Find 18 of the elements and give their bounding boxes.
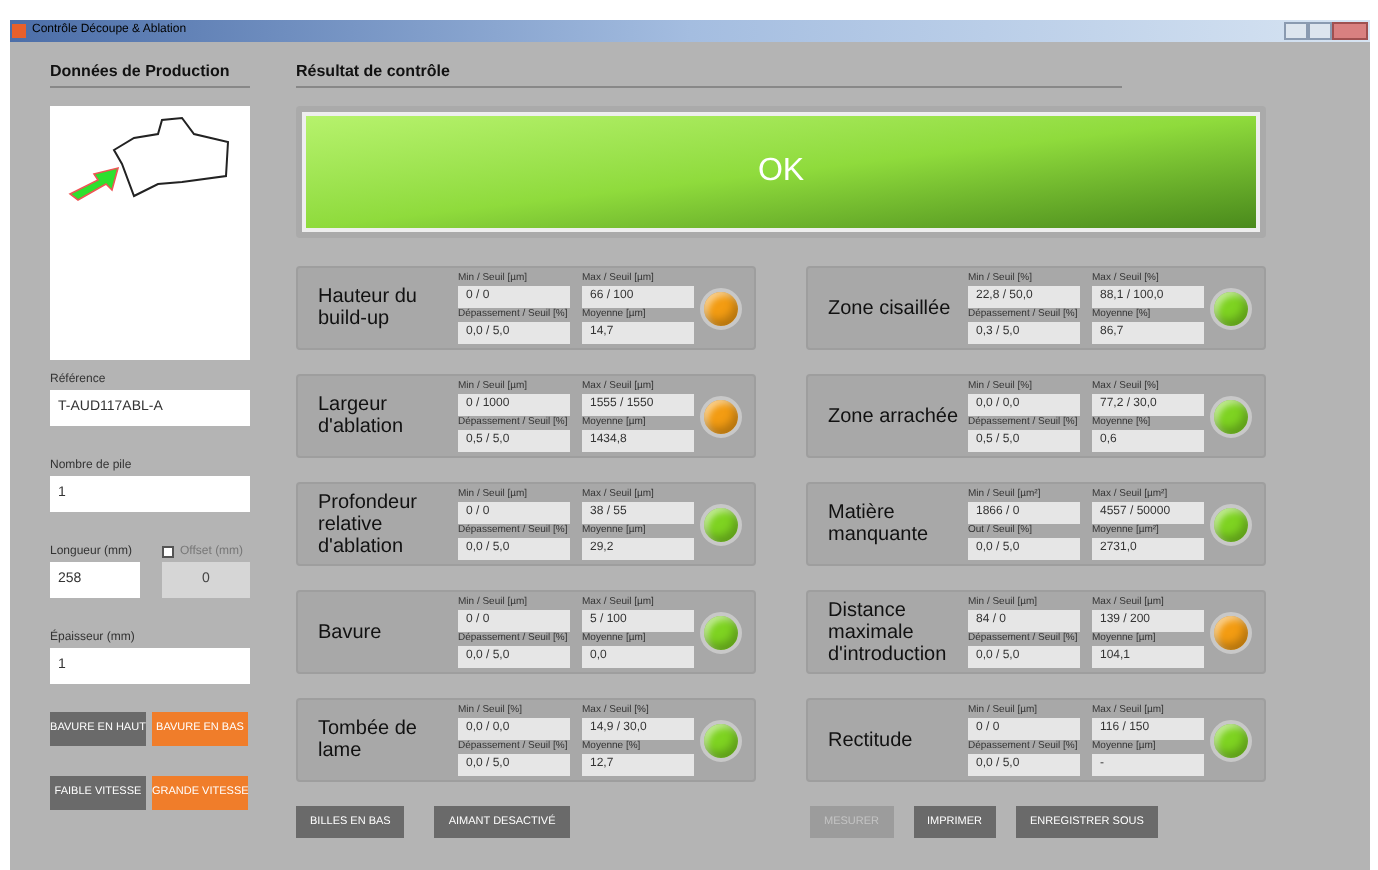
measure-title: Matière manquante	[828, 502, 931, 546]
minimize-icon[interactable]	[1284, 22, 1308, 40]
verdict-banner: OK	[302, 112, 1260, 232]
maximize-icon[interactable]	[1308, 22, 1332, 40]
measure-title: Tombée de lame	[318, 718, 419, 762]
close-icon[interactable]	[1332, 22, 1368, 40]
section-heading: Résultat de contrôle	[296, 60, 1122, 88]
measure-title: Rectitude	[828, 729, 915, 751]
measure-title: Largeur d'ablation	[318, 394, 405, 438]
measure-title: Bavure	[318, 621, 384, 643]
measure-title: Profondeur relative d'ablation	[318, 491, 419, 557]
measure-title: Distance maximale d'introduction	[828, 599, 949, 665]
measure-title: Zone arrachée	[828, 405, 961, 427]
measure-title: Hauteur du build-up	[318, 286, 419, 330]
checkbox[interactable]	[162, 546, 174, 558]
measure-title: Zone cisaillée	[828, 297, 953, 319]
app-icon	[12, 24, 26, 38]
section-heading: Données de Production	[50, 60, 250, 88]
